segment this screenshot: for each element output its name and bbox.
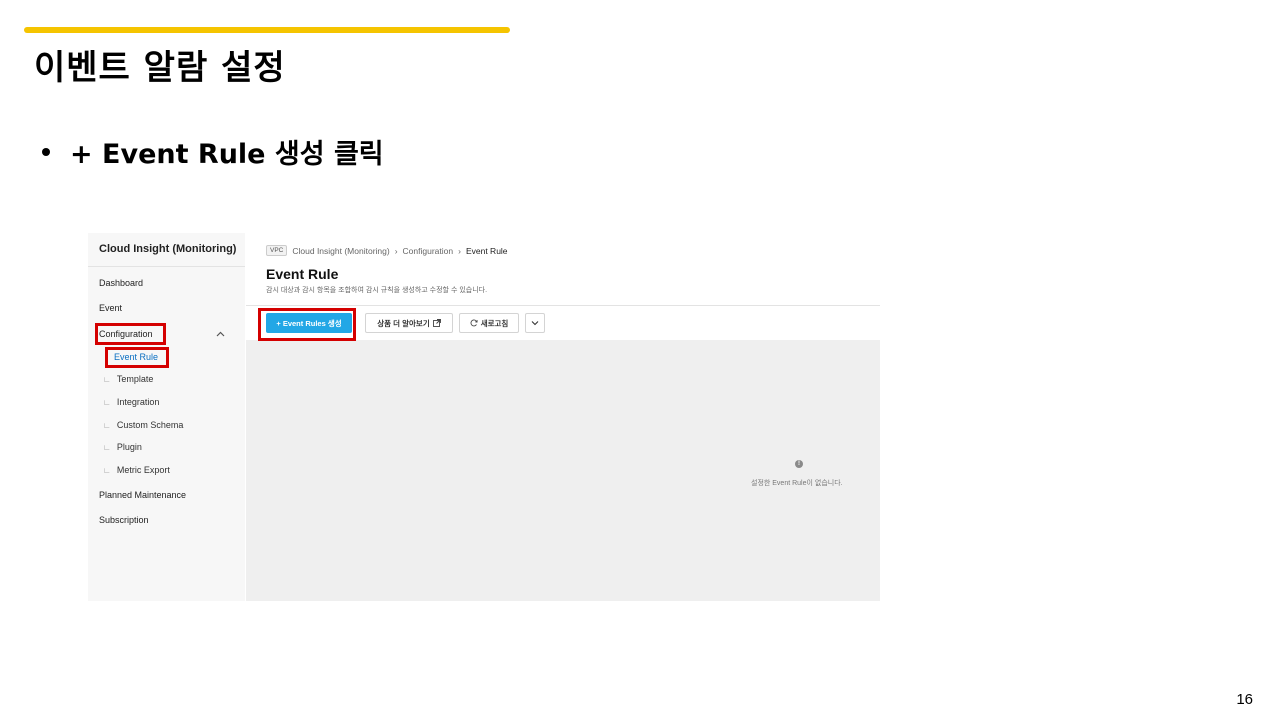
highlight-box-create-button [258, 308, 356, 341]
page-number: 16 [1236, 691, 1253, 708]
sidebar-item-event[interactable]: Event [99, 303, 122, 313]
sub-item-marker-icon: ∟ [103, 421, 111, 430]
sidebar-item-label: Integration [116, 397, 160, 407]
empty-state-message: 설정한 Event Rule이 없습니다. [751, 480, 843, 487]
learn-more-button[interactable]: 상품 더 알아보기 [365, 313, 453, 333]
highlight-box-event-rule [105, 347, 169, 368]
bullet-item: + Event Rule 생성 클릭 [42, 132, 384, 171]
breadcrumb-item[interactable]: Cloud Insight (Monitoring) [292, 246, 389, 256]
bullet-text: + Event Rule 생성 클릭 [70, 139, 384, 170]
sub-item-marker-icon: ∟ [103, 398, 111, 407]
accent-bar [24, 27, 510, 33]
sidebar-item-integration[interactable]: ∟ Integration [103, 397, 159, 407]
sub-item-marker-icon: ∟ [103, 443, 111, 452]
sidebar: Cloud Insight (Monitoring) Dashboard Eve… [88, 233, 245, 601]
chevron-up-icon[interactable] [216, 329, 225, 339]
sidebar-item-custom-schema[interactable]: ∟ Custom Schema [103, 420, 183, 430]
breadcrumb-separator-icon: › [394, 245, 398, 256]
slide-title: 이벤트 알람 설정 [34, 48, 286, 88]
sidebar-item-template[interactable]: ∟ Template [103, 374, 153, 384]
highlight-box-configuration [95, 323, 166, 345]
page-description: 감시 대상과 감시 항목을 조합하여 감시 규칙을 생성하고 수정할 수 있습니… [266, 287, 488, 294]
console-screenshot: Cloud Insight (Monitoring) Dashboard Eve… [88, 233, 880, 601]
refresh-icon [470, 319, 478, 327]
sidebar-item-plugin[interactable]: ∟ Plugin [103, 442, 142, 452]
header-divider [246, 305, 880, 306]
breadcrumb-item[interactable]: Configuration [403, 246, 454, 256]
sidebar-item-planned-maintenance[interactable]: Planned Maintenance [99, 490, 186, 500]
sidebar-title: Cloud Insight (Monitoring) [99, 243, 237, 255]
breadcrumb-separator-icon: › [458, 245, 461, 256]
breadcrumb-current: Event Rule [465, 245, 508, 256]
more-options-button[interactable] [525, 313, 545, 333]
sidebar-item-label: Plugin [116, 442, 142, 452]
sub-item-marker-icon: ∟ [103, 375, 111, 384]
bullet-dot-icon [42, 147, 50, 156]
chevron-down-icon [531, 321, 539, 326]
sidebar-item-label: Custom Schema [116, 420, 184, 430]
sub-item-marker-icon: ∟ [103, 466, 111, 475]
learn-more-label: 상품 더 알아보기 [377, 318, 430, 328]
breadcrumb: VPC Cloud Insight (Monitoring) › Configu… [266, 245, 508, 256]
info-icon: ! [795, 460, 803, 468]
sidebar-item-metric-export[interactable]: ∟ Metric Export [103, 465, 170, 475]
page-title: Event Rule [266, 266, 339, 282]
vpc-badge: VPC [266, 245, 288, 256]
sidebar-item-label: Template [116, 374, 154, 384]
sidebar-item-label: Metric Export [116, 465, 170, 475]
empty-list-area: ! 설정한 Event Rule이 없습니다. [246, 340, 880, 601]
sidebar-item-subscription[interactable]: Subscription [99, 515, 149, 525]
refresh-button[interactable]: 새로고침 [459, 313, 519, 333]
external-link-icon [432, 319, 441, 327]
main-content: VPC Cloud Insight (Monitoring) › Configu… [246, 233, 880, 601]
refresh-label: 새로고침 [480, 318, 509, 328]
sidebar-item-dashboard[interactable]: Dashboard [99, 278, 143, 288]
sidebar-divider [88, 266, 245, 267]
